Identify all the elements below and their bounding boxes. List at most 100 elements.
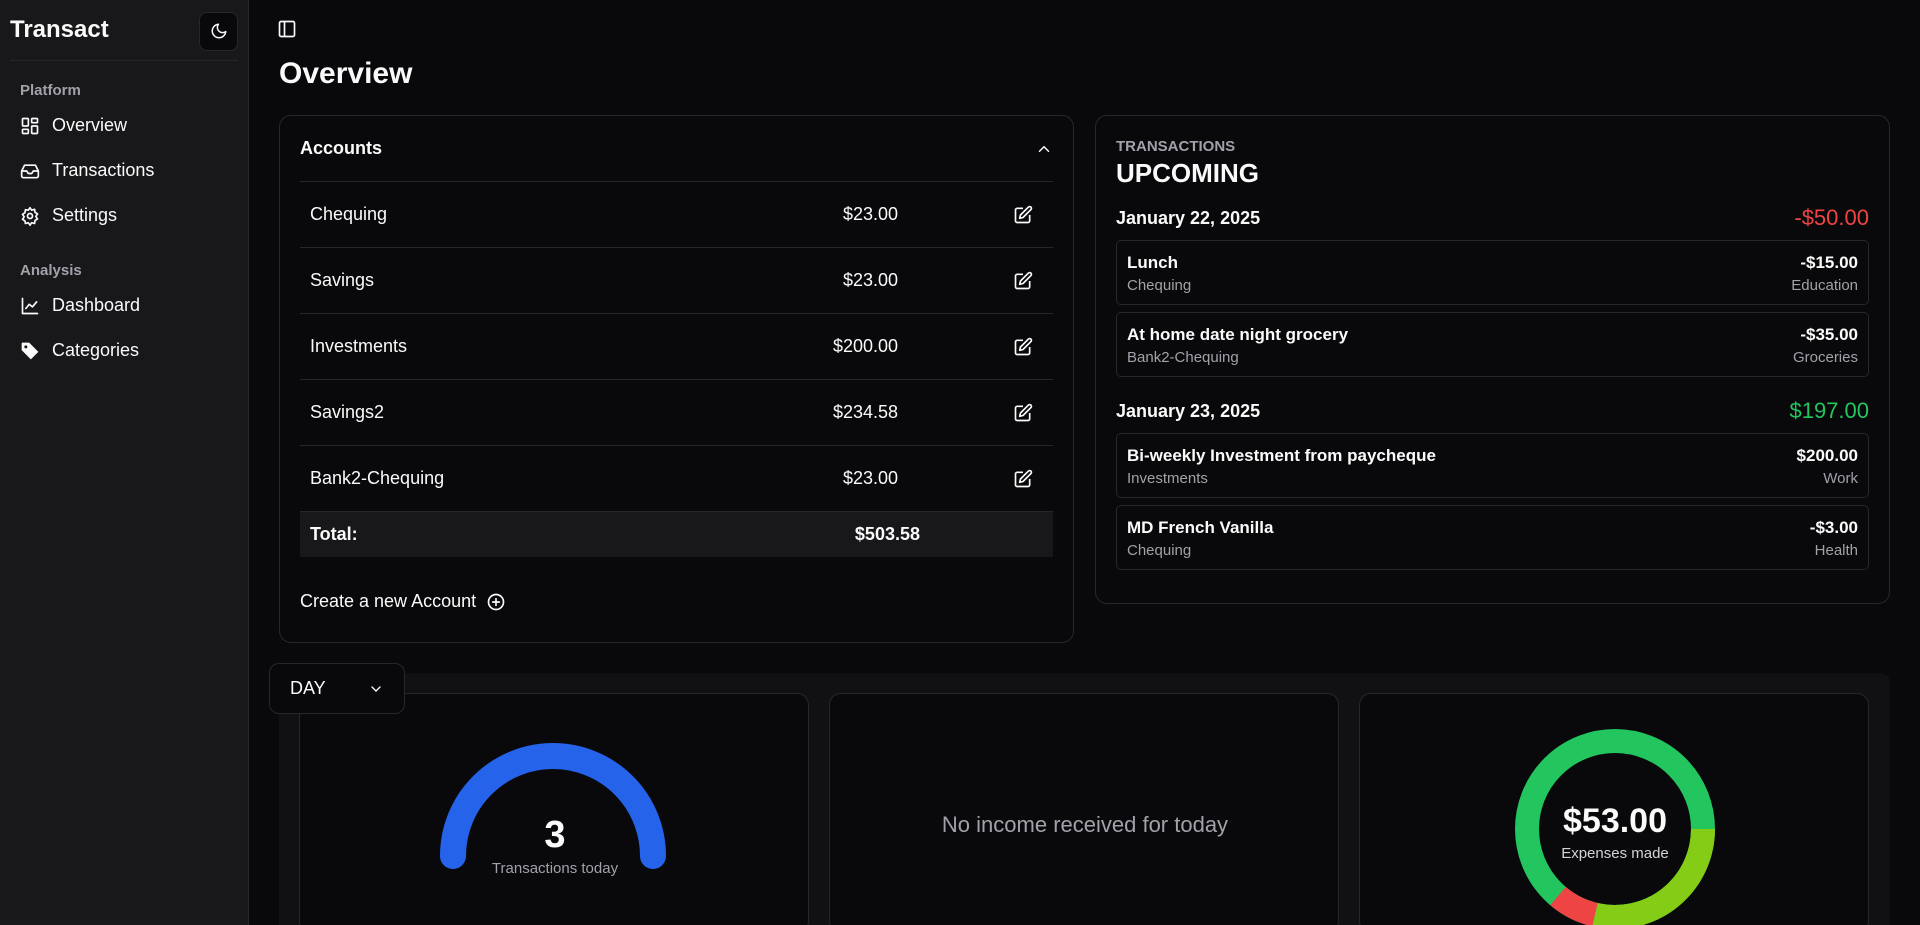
main-content: Overview Accounts Chequing $23.00 Saving… [249,0,1920,925]
transaction-item[interactable]: MD French Vanilla Chequing -$3.00 Health [1116,505,1869,570]
day-date: January 22, 2025 [1116,207,1261,228]
account-amount: $23.00 [842,204,899,224]
sidebar-item-settings[interactable]: Settings [0,193,248,238]
account-row: Investments $200.00 [300,314,1053,380]
brand-row: Transact [10,0,238,61]
transaction-item[interactable]: Lunch Chequing -$15.00 Education [1116,240,1869,305]
sidebar-toggle-icon [278,20,296,38]
transactions-caption: Transactions today [491,860,619,877]
account-row: Savings $23.00 [300,248,1053,314]
create-account-label: Create a new Account [300,591,477,611]
transaction-account: Bank2-Chequing [1127,349,1239,366]
edit-icon [1014,337,1033,355]
create-account-button[interactable]: Create a new Account [300,591,1053,612]
sidebar-item-label: Categories [52,340,140,360]
expenses-caption: Expenses made [1561,845,1669,862]
upcoming-day-header: January 22, 2025 -$50.00 [1116,205,1869,231]
transaction-account: Investments [1127,470,1208,487]
accounts-total-row: Total: $503.58 [300,512,1053,557]
transaction-amount: -$3.00 [1809,518,1858,537]
edit-account-button[interactable] [898,469,1053,489]
gear-icon [21,206,39,226]
transaction-amount: -$35.00 [1800,325,1858,344]
account-amount: $23.00 [842,468,899,488]
day-total: $197.00 [1789,398,1869,423]
upcoming-day-header: January 23, 2025 $197.00 [1116,398,1869,424]
plus-circle-icon [487,593,505,610]
inbox-icon [20,163,40,178]
transaction-amount: $200.00 [1796,446,1858,465]
sidebar-toggle-button[interactable] [277,19,297,44]
edit-account-button[interactable] [898,403,1053,423]
account-name: Savings2 [310,402,385,422]
upcoming-title: UPCOMING [1116,158,1259,188]
page-title: Overview [279,57,413,90]
upcoming-transactions-card: TRANSACTIONS UPCOMING January 22, 2025 -… [1095,115,1890,604]
sidebar-item-categories[interactable]: Categories [0,328,248,373]
transaction-account: Chequing [1127,277,1192,294]
income-empty-message: No income received for today [941,812,1229,837]
total-label: Total: [310,524,358,544]
account-name: Savings [310,270,375,290]
transaction-category: Groceries [1792,349,1858,366]
accounts-header[interactable]: Accounts [300,116,1053,182]
account-row: Bank2-Chequing $23.00 [300,446,1053,512]
chevron-up-icon[interactable] [1035,140,1053,158]
transaction-category: Work [1823,470,1858,487]
upcoming-kicker: TRANSACTIONS [1116,138,1236,155]
transaction-amount: -$15.00 [1800,253,1858,272]
edit-icon [1014,469,1033,487]
account-name: Bank2-Chequing [310,468,445,488]
edit-icon [1014,205,1033,223]
edit-icon [1014,403,1033,421]
stats-area: 3 Transactions today No income received … [279,673,1890,925]
tag-icon [21,342,39,359]
accounts-title: Accounts [300,138,383,158]
transaction-category: Health [1814,542,1858,559]
day-total: -$50.00 [1794,205,1869,230]
transaction-account: Chequing [1127,542,1192,559]
account-name: Investments [310,336,408,356]
app-title: Transact [10,16,109,43]
transaction-name: MD French Vanilla [1127,518,1274,537]
sidebar-item-overview[interactable]: Overview [0,103,248,148]
edit-icon [1014,271,1033,289]
account-name: Chequing [310,204,388,224]
moon-icon [211,23,226,39]
nav-group-analysis-label: Analysis [20,262,82,279]
sidebar-item-dashboard[interactable]: Dashboard [0,283,248,328]
transaction-category: Education [1791,277,1858,294]
account-amount: $234.58 [832,402,899,422]
nav-group-platform-label: Platform [20,82,81,99]
edit-account-button[interactable] [898,205,1053,225]
transaction-item[interactable]: At home date night grocery Bank2-Chequin… [1116,312,1869,377]
sidebar-item-label: Transactions [52,160,155,180]
period-value: DAY [290,678,326,698]
account-amount: $200.00 [832,336,899,356]
transaction-name: Bi-weekly Investment from paycheque [1127,446,1436,465]
sidebar-item-label: Overview [52,115,128,135]
income-card: No income received for today [829,693,1339,925]
transactions-count: 3 [544,814,566,856]
account-row: Chequing $23.00 [300,182,1053,248]
nav-group-platform: Overview Transactions Settings [0,103,248,238]
transaction-name: Lunch [1127,253,1178,272]
total-amount: $503.58 [854,524,920,544]
transaction-name: At home date night grocery [1127,325,1349,344]
expenses-total: $53.00 [1563,802,1667,840]
expenses-card: $53.00 Expenses made [1359,693,1869,925]
theme-toggle-button[interactable] [199,11,238,51]
account-amount: $23.00 [842,270,899,290]
period-select[interactable]: DAY [269,663,405,714]
transactions-count-card: 3 Transactions today [299,693,809,925]
sidebar-item-transactions[interactable]: Transactions [0,148,248,193]
line-chart-icon [21,297,39,314]
sidebar-item-label: Dashboard [52,295,141,315]
edit-account-button[interactable] [898,271,1053,291]
layout-grid-icon [21,117,39,134]
sidebar-item-label: Settings [52,205,118,225]
day-date: January 23, 2025 [1116,400,1261,421]
edit-account-button[interactable] [898,337,1053,357]
account-row: Savings2 $234.58 [300,380,1053,446]
transaction-item[interactable]: Bi-weekly Investment from paycheque Inve… [1116,433,1869,498]
